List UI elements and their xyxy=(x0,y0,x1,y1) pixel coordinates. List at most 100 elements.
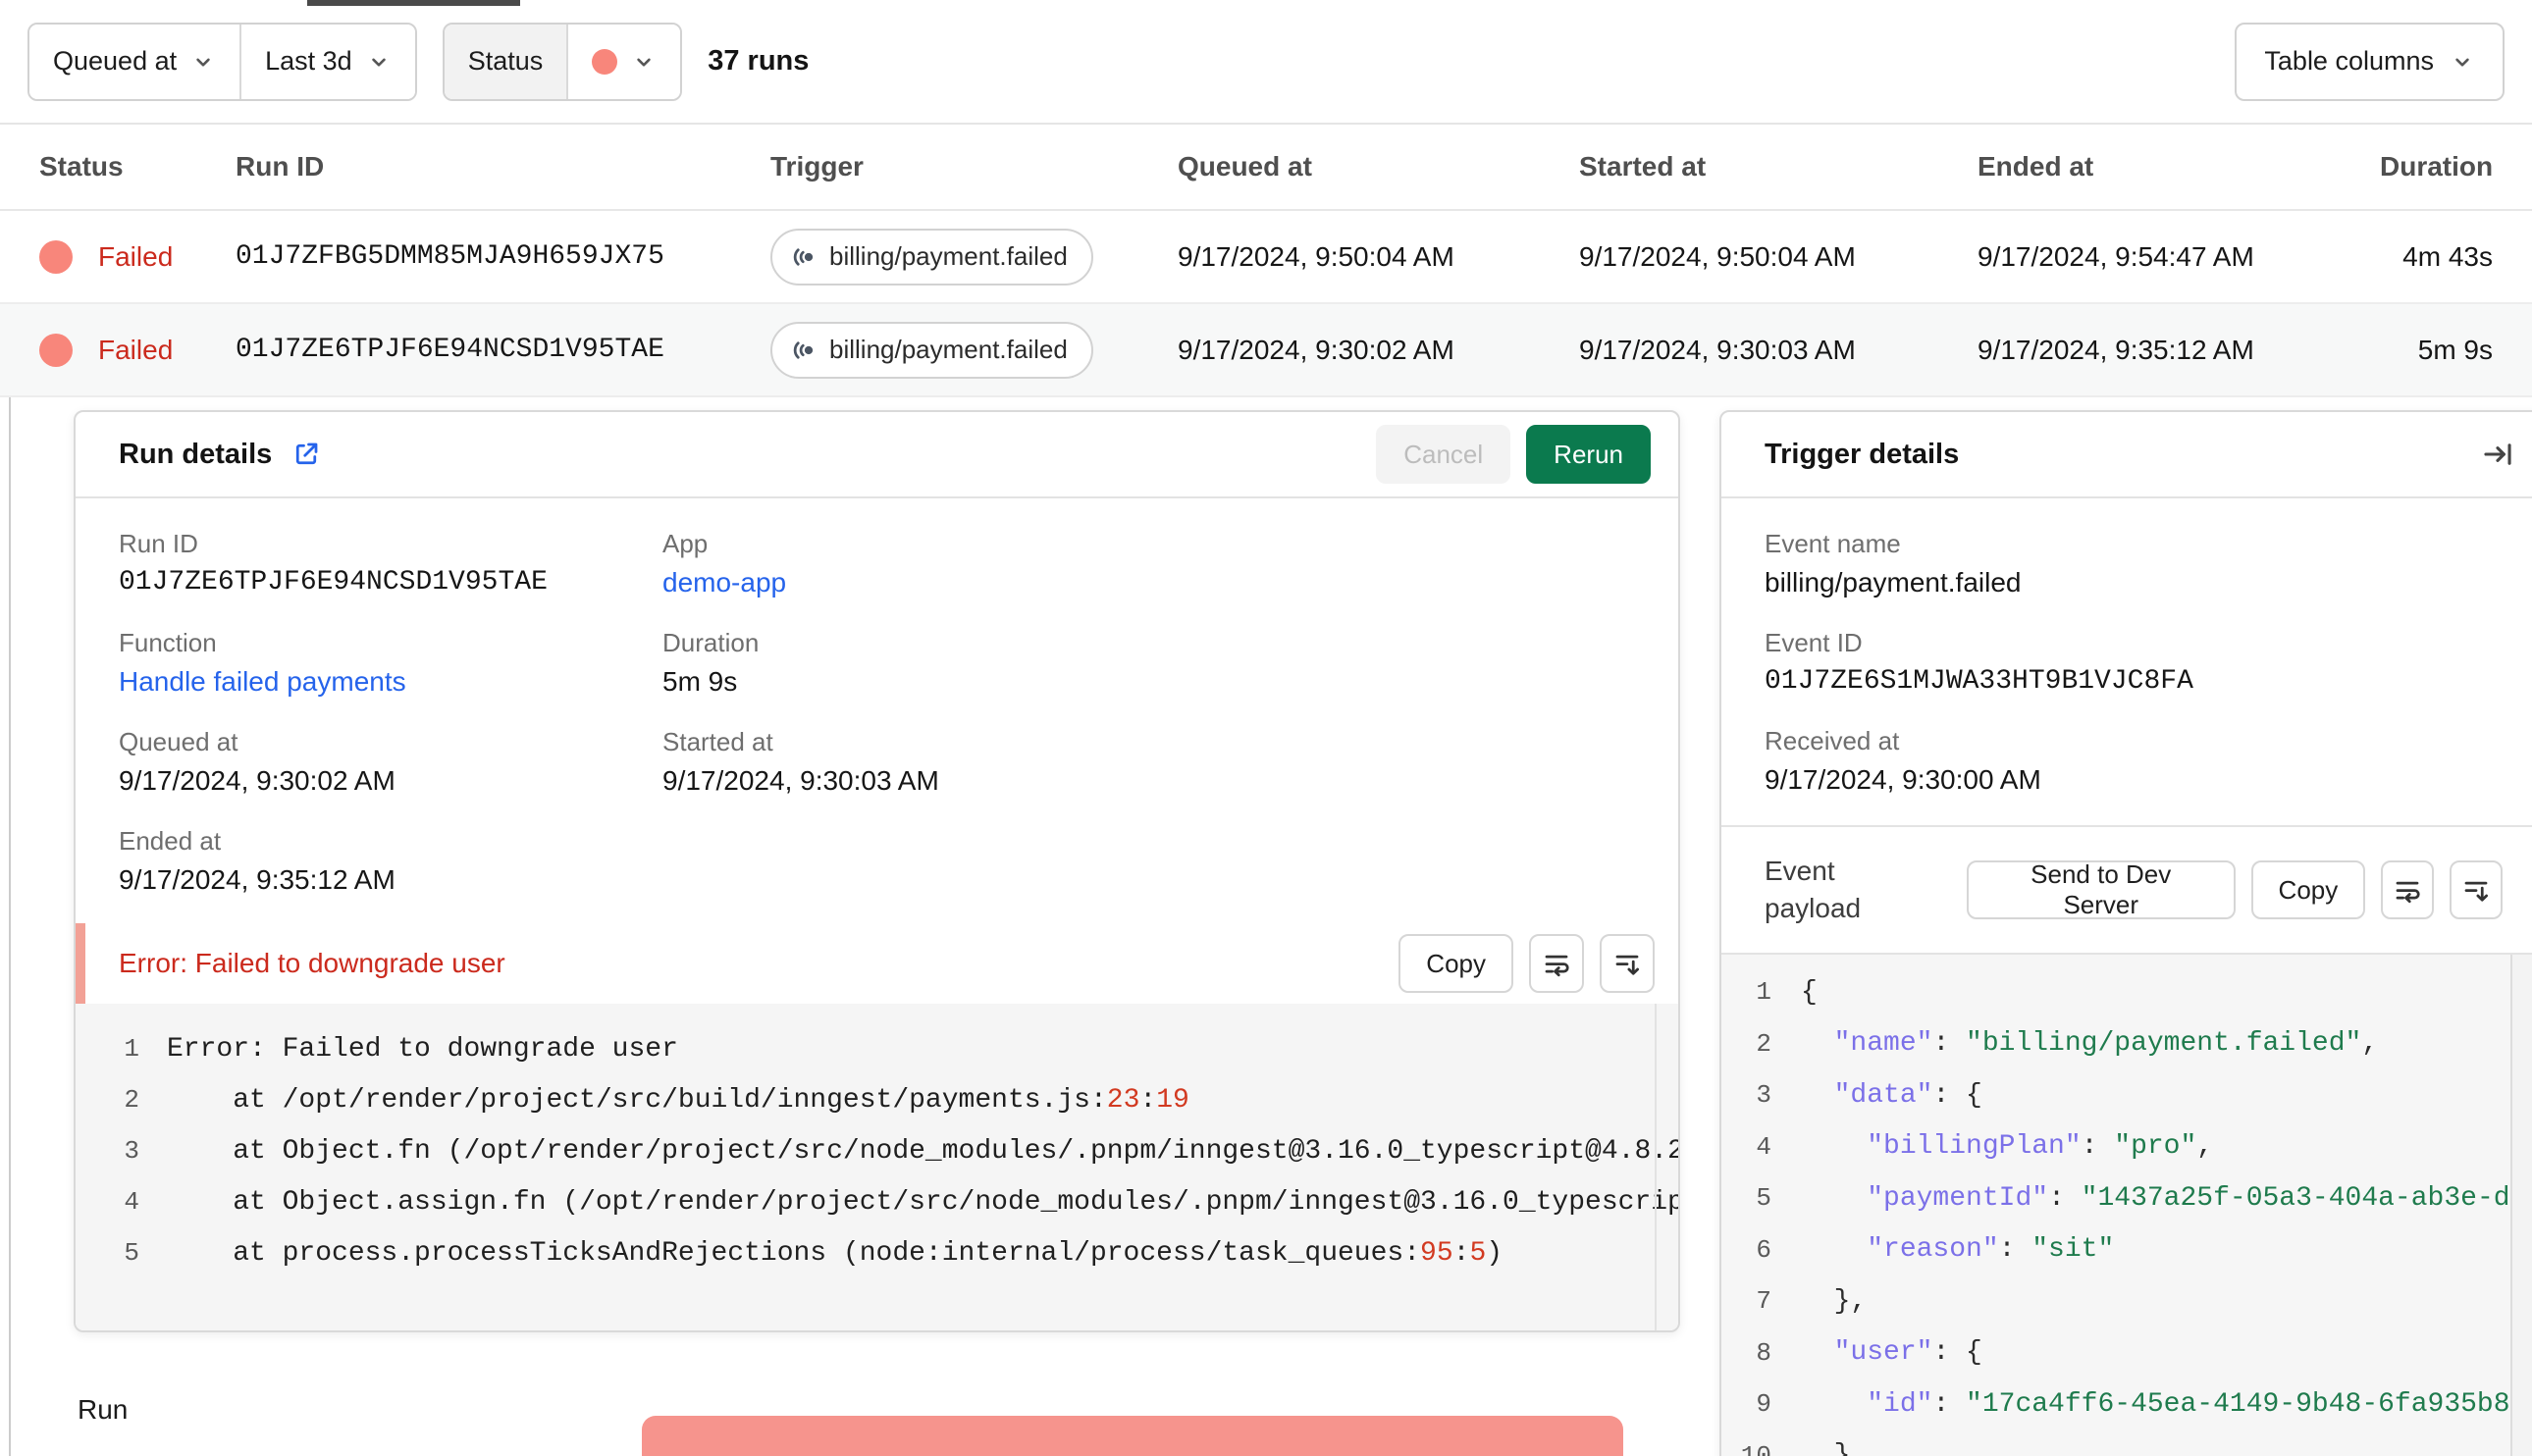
app-link[interactable]: demo-app xyxy=(662,567,1635,598)
filter-field-label: Queued at xyxy=(53,46,178,76)
line-number: 7 xyxy=(1756,1286,1771,1317)
event-name-value: billing/payment.failed xyxy=(1765,567,2022,598)
table-row[interactable]: Failed 01J7ZFBG5DMM85MJA9H659JX75 billin… xyxy=(0,211,2532,304)
stack-trace[interactable]: 1 Error: Failed to downgrade user 2 at /op… xyxy=(76,1004,1678,1330)
wrap-text-button[interactable] xyxy=(2381,860,2435,919)
error-banner: Error: Failed to downgrade user Copy xyxy=(76,923,1678,1004)
rerun-button[interactable]: Rerun xyxy=(1526,425,1651,484)
status-dot xyxy=(592,48,618,75)
payload-json-line: 10 } xyxy=(1721,1430,2532,1456)
payload-json-line: 7 }, xyxy=(1721,1275,2532,1327)
payload-json-line: 4 "billingPlan": "pro", xyxy=(1721,1121,2532,1173)
line-number: 1 xyxy=(1756,977,1771,1008)
duration-label: Duration xyxy=(662,628,760,657)
line-number: 4 xyxy=(124,1187,139,1217)
event-payload-json[interactable]: 1{2 "name": "billing/payment.failed", 3 "… xyxy=(1721,953,2532,1456)
error-title: Error: Failed to downgrade user xyxy=(119,948,505,978)
event-id-value: 01J7ZE6S1MJWA33HT9B1VJC8FA xyxy=(1765,666,2193,697)
runs-count: 37 runs xyxy=(708,45,810,77)
line-number: 4 xyxy=(1756,1131,1771,1162)
status-dot xyxy=(39,239,73,274)
wrap-text-icon xyxy=(2396,881,2420,904)
filter-toolbar: Queued at Last 3d Status 37 runs Table c… xyxy=(0,0,2532,125)
started-at-cell: 9/17/2024, 9:30:03 AM xyxy=(1579,334,1856,365)
trigger-badge: billing/payment.failed xyxy=(770,228,1093,286)
trigger-details-panel: Trigger details Event name billing/payme… xyxy=(1719,410,2532,1456)
trigger-badge-label: billing/payment.failed xyxy=(829,241,1068,271)
payload-json-line: 3 "data": { xyxy=(1721,1069,2532,1121)
app-label: App xyxy=(662,529,709,558)
column-header-started-at: Started at xyxy=(1579,151,1707,182)
scroll-bottom-button[interactable] xyxy=(2450,860,2503,919)
filter-range-label: Last 3d xyxy=(265,46,352,76)
filter-range-dropdown[interactable]: Last 3d xyxy=(239,24,415,99)
duration-cell: 5m 9s xyxy=(2417,334,2493,365)
line-number: 5 xyxy=(1756,1183,1771,1214)
table-row[interactable]: Failed 01J7ZE6TPJF6E94NCSD1V95TAE billin… xyxy=(0,304,2532,397)
duration-cell: 4m 43s xyxy=(2402,240,2493,272)
status-label: Failed xyxy=(98,240,174,272)
event-name-label: Event name xyxy=(1765,529,1901,558)
collapse-panel-icon[interactable] xyxy=(2481,438,2514,471)
scroll-bottom-icon xyxy=(2464,881,2489,902)
column-header-status: Status xyxy=(39,151,124,182)
trigger-badge-label: billing/payment.failed xyxy=(829,335,1068,364)
stack-trace-line: 4 at Object.assign.fn (/opt/render/proje… xyxy=(76,1176,1678,1227)
chevron-down-icon xyxy=(637,58,651,67)
filter-field-dropdown[interactable]: Queued at xyxy=(29,24,240,99)
chevron-down-icon xyxy=(2455,58,2469,67)
waterfall-run-bar[interactable] xyxy=(642,1416,1623,1456)
payload-json-line: 8 "user": { xyxy=(1721,1327,2532,1379)
line-number: 2 xyxy=(1756,1028,1771,1059)
run-id-value: 01J7ZE6TPJF6E94NCSD1V95TAE xyxy=(119,567,548,598)
cancel-button[interactable]: Cancel xyxy=(1376,425,1511,484)
received-at-label: Received at xyxy=(1765,726,1900,755)
stack-trace-line: 2 at /opt/render/project/src/build/innge… xyxy=(76,1074,1678,1125)
line-number: 5 xyxy=(124,1238,139,1268)
payload-json-line: 5 "paymentId": "1437a25f-05a3-404a-ab3e-… xyxy=(1721,1172,2532,1224)
stack-trace-line: 1 Error: Failed to downgrade user xyxy=(76,1023,1678,1074)
queued-at-value: 9/17/2024, 9:30:02 AM xyxy=(119,765,396,796)
run-id-cell: 01J7ZFBG5DMM85MJA9H659JX75 xyxy=(236,241,664,272)
send-to-dev-server-button[interactable]: Send to Dev Server xyxy=(1966,859,2236,919)
status-filter-label-segment[interactable]: Status xyxy=(444,24,567,99)
line-number: 10 xyxy=(1740,1440,1771,1456)
function-link[interactable]: Handle failed payments xyxy=(119,666,662,698)
line-number: 8 xyxy=(1756,1337,1771,1368)
status-filter-value-dropdown[interactable] xyxy=(566,24,681,99)
payload-json-line: 9 "id": "17ca4ff6-45ea-4149-9b48-6fa935b… xyxy=(1721,1378,2532,1430)
line-number: 2 xyxy=(124,1085,139,1115)
chevron-down-icon xyxy=(371,58,386,67)
copy-error-button[interactable]: Copy xyxy=(1398,934,1513,993)
wrap-text-button[interactable] xyxy=(1529,934,1584,993)
run-id-label: Run ID xyxy=(119,529,198,558)
started-at-cell: 9/17/2024, 9:50:04 AM xyxy=(1579,240,1856,272)
line-number: 9 xyxy=(1756,1389,1771,1420)
stack-trace-line: 5 at process.processTicksAndRejections (… xyxy=(76,1227,1678,1278)
external-link-icon[interactable] xyxy=(291,440,321,469)
status-dot xyxy=(39,333,73,367)
received-at-value: 9/17/2024, 9:30:00 AM xyxy=(1765,764,2041,795)
line-number: 1 xyxy=(124,1034,139,1064)
stack-scrollbar[interactable] xyxy=(1655,1004,1657,1330)
line-number: 6 xyxy=(1756,1234,1771,1265)
waterfall-run-label: Run xyxy=(78,1394,129,1425)
column-header-trigger: Trigger xyxy=(770,151,864,182)
queued-at-cell: 9/17/2024, 9:50:04 AM xyxy=(1178,240,1454,272)
copy-payload-button[interactable]: Copy xyxy=(2250,860,2366,919)
scroll-bottom-button[interactable] xyxy=(1600,934,1655,993)
scroll-bottom-icon xyxy=(1615,955,1639,975)
started-at-label: Started at xyxy=(662,727,773,756)
payload-scrollbar-track[interactable] xyxy=(2510,955,2532,1456)
ended-at-cell: 9/17/2024, 9:54:47 AM xyxy=(1978,240,2254,272)
started-at-value: 9/17/2024, 9:30:03 AM xyxy=(662,765,939,796)
filter-status-label: Status xyxy=(467,46,544,76)
drawer-resize-handle[interactable] xyxy=(9,397,11,1456)
table-columns-button[interactable]: Table columns xyxy=(2235,22,2505,101)
payload-json-line: 2 "name": "billing/payment.failed", xyxy=(1721,1018,2532,1070)
chevron-down-icon xyxy=(196,58,210,67)
runs-table-header: Status Run ID Trigger Queued at Started … xyxy=(0,125,2532,211)
top-accent-bar xyxy=(307,0,520,6)
ended-at-cell: 9/17/2024, 9:35:12 AM xyxy=(1978,334,2254,365)
line-number: 3 xyxy=(1756,1080,1771,1111)
